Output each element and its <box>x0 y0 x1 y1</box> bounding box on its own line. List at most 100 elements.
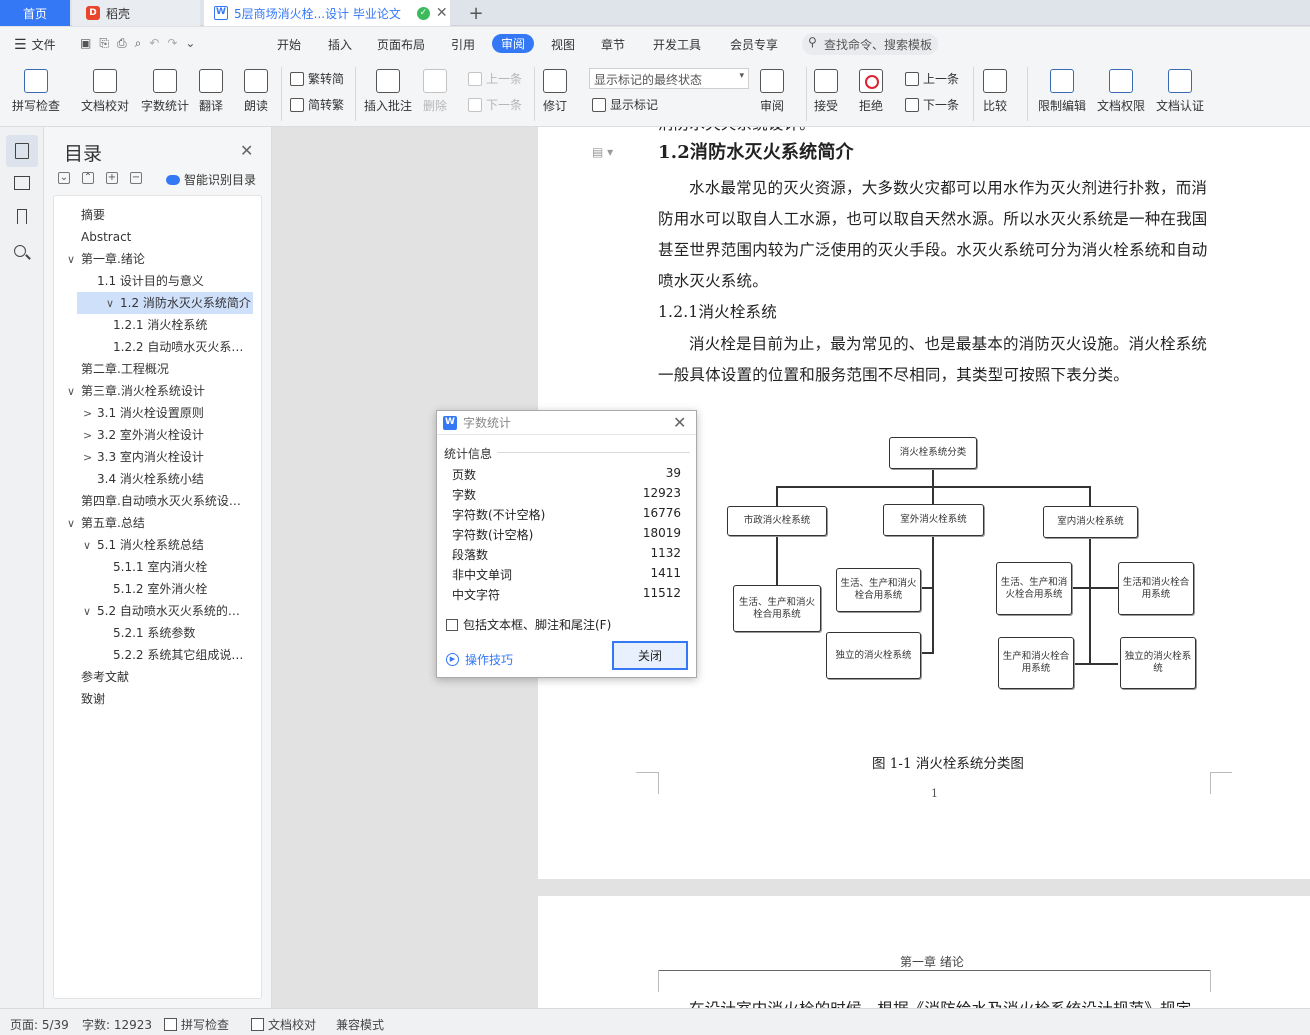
tab-document[interactable]: W 5层商场消火栓...设计 毕业论文 ✓ ✕ <box>204 0 450 26</box>
format-painter-icon[interactable]: ⎘ <box>99 36 109 51</box>
toc-item[interactable]: 1.2.1 消火栓系统 <box>54 314 253 336</box>
chevron-down-icon[interactable]: ⌄ <box>185 36 195 51</box>
prev-change-button[interactable]: 上一条 <box>905 70 959 87</box>
toc-item[interactable]: 摘要 <box>54 204 253 226</box>
status-spellcheck[interactable]: 拼写检查 <box>164 1016 229 1033</box>
reject-button[interactable]: 拒绝 <box>859 69 883 114</box>
new-tab-button[interactable]: + <box>462 0 490 26</box>
menu-insert[interactable]: 插入 <box>328 36 352 53</box>
include-textbox-checkbox[interactable]: 包括文本框、脚注和尾注(F) <box>446 616 611 633</box>
menu-home[interactable]: 开始 <box>277 36 301 53</box>
toc-item[interactable]: Abstract <box>54 226 253 248</box>
prev-comment-button[interactable]: 上一条 <box>468 70 522 87</box>
toc-item[interactable]: >3.1 消火栓设置原则 <box>54 402 253 424</box>
simp-to-trad-button[interactable]: 简转繁 <box>290 96 344 113</box>
toc-item[interactable]: ∨ 5.1 消火栓系统总结 <box>54 534 253 556</box>
print-icon[interactable]: ⎙ <box>117 36 127 51</box>
toc-item[interactable]: 第二章.工程概况 <box>54 358 253 380</box>
word-count-indicator[interactable]: 字数: 12923 <box>82 1016 152 1033</box>
command-search[interactable]: ⚲ 查找命令、搜索模板 <box>802 33 938 55</box>
toc-item[interactable]: 5.2.2 系统其它组成说… <box>54 644 253 666</box>
show-markup-button[interactable]: 显示标记 <box>592 96 658 113</box>
chevron-down-icon[interactable]: ∨ <box>83 601 97 622</box>
doc-proof-button[interactable]: 文档校对 <box>81 69 129 114</box>
remove-heading-icon[interactable]: − <box>130 172 142 184</box>
toc-item[interactable]: 参考文献 <box>54 666 253 688</box>
toc-item[interactable]: ∨ 第三章.消火栓系统设计 <box>54 380 253 402</box>
toc-item[interactable]: ∨ 第一章.绪论 <box>54 248 253 270</box>
chevron-down-icon[interactable]: ∨ <box>106 293 120 314</box>
close-button[interactable]: 关闭 <box>612 641 688 670</box>
paragraph-marker-icon[interactable]: ▤ ▾ <box>592 145 613 159</box>
page-indicator[interactable]: 页面: 5/39 <box>10 1016 69 1033</box>
tab-daoke[interactable]: D 稻壳 <box>72 0 200 26</box>
track-changes-button[interactable]: 修订 <box>543 69 567 114</box>
menu-references[interactable]: 引用 <box>451 36 475 53</box>
delete-comment-button[interactable]: 删除 <box>423 69 447 114</box>
collapse-all-icon[interactable]: ⌄ <box>58 172 70 184</box>
accept-button[interactable]: 接受 <box>814 69 838 114</box>
close-tab-icon[interactable]: ✕ <box>436 5 448 21</box>
search-icon[interactable] <box>12 243 32 263</box>
tab-home[interactable]: 首页 <box>0 0 70 26</box>
bookmark-icon[interactable] <box>12 207 32 227</box>
markup-mode-select[interactable]: 显示标记的最终状态 ▾ <box>589 68 749 89</box>
print-preview-icon[interactable]: ⌕ <box>135 36 142 51</box>
add-heading-icon[interactable]: + <box>106 172 118 184</box>
dialog-titlebar[interactable]: W 字数统计 <box>437 411 696 435</box>
translate-button[interactable]: 翻译 <box>199 69 223 114</box>
redo-icon[interactable]: ↷ <box>167 36 177 51</box>
menu-developer[interactable]: 开发工具 <box>653 36 701 53</box>
doc-certify-button[interactable]: 文档认证 <box>1156 69 1204 114</box>
toc-item[interactable]: >3.3 室内消火栓设计 <box>54 446 253 468</box>
close-icon[interactable]: ✕ <box>240 141 253 160</box>
menu-chapter[interactable]: 章节 <box>601 36 625 53</box>
chevron-right-icon[interactable]: > <box>83 403 97 424</box>
next-change-button[interactable]: 下一条 <box>905 96 959 113</box>
review-pane-button[interactable]: 审阅 <box>760 69 784 114</box>
toc-item-selected[interactable]: ∨ 1.2 消防水灭火系统简介 <box>77 292 253 314</box>
trad-to-simp-button[interactable]: 繁转简 <box>290 70 344 87</box>
chevron-down-icon[interactable]: ∨ <box>83 535 97 556</box>
toc-item[interactable]: ∨ 5.2 自动喷水灭火系统的… <box>54 600 253 622</box>
menu-member[interactable]: 会员专享 <box>730 36 778 53</box>
toc-panel-icon[interactable] <box>6 135 38 167</box>
chevron-right-icon[interactable]: > <box>83 425 97 446</box>
toc-item[interactable]: 5.2.1 系统参数 <box>54 622 253 644</box>
toc-item[interactable]: 3.4 消火栓系统小结 <box>54 468 253 490</box>
checkbox-box[interactable] <box>446 618 458 631</box>
chevron-down-icon[interactable]: ∨ <box>67 513 81 534</box>
word-count-button[interactable]: 字数统计 <box>141 69 189 114</box>
restrict-edit-button[interactable]: 限制编辑 <box>1038 69 1086 114</box>
document-canvas[interactable]: 消防水灭火系统设计。 ▤ ▾ 1.2消防水灭火系统简介 水水最常见的灭火资源，大… <box>272 127 1310 1008</box>
toc-item[interactable]: 5.1.1 室内消火栓 <box>54 556 253 578</box>
smart-toc-button[interactable]: 智能识别目录 <box>166 171 256 188</box>
chapter-nav-icon[interactable] <box>12 173 32 193</box>
toc-item[interactable]: 致谢 <box>54 688 253 710</box>
chevron-right-icon[interactable]: > <box>83 447 97 468</box>
read-aloud-button[interactable]: 朗读 <box>244 69 268 114</box>
document-page[interactable]: 第一章 绪论 在设计室内消火栓的时候，根据《消防给水及消火栓系统设计规范》规定 <box>538 896 1310 1008</box>
toc-item[interactable]: >3.2 室外消火栓设计 <box>54 424 253 446</box>
chevron-down-icon[interactable]: ∨ <box>67 249 81 270</box>
insert-comment-button[interactable]: 插入批注 <box>364 69 412 114</box>
file-menu[interactable]: ☰ 文件 <box>14 36 56 53</box>
save-icon[interactable]: ▣ <box>80 36 91 51</box>
toc-item[interactable]: ∨ 第五章.总结 <box>54 512 253 534</box>
toc-item[interactable]: 1.2.2 自动喷水灭火系… <box>54 336 253 358</box>
expand-icon[interactable]: ⌃ <box>82 172 94 184</box>
doc-permission-button[interactable]: 文档权限 <box>1097 69 1145 114</box>
toc-item[interactable]: 1.1 设计目的与意义 <box>54 270 253 292</box>
chevron-down-icon[interactable]: ∨ <box>67 381 81 402</box>
next-comment-button[interactable]: 下一条 <box>468 96 522 113</box>
tips-link[interactable]: ▶ 操作技巧 <box>446 651 513 668</box>
toc-item[interactable]: 5.1.2 室外消火栓 <box>54 578 253 600</box>
toc-item[interactable]: 第四章.自动喷水灭火系统设… <box>54 490 253 512</box>
menu-page-layout[interactable]: 页面布局 <box>377 36 425 53</box>
close-icon[interactable]: ✕ <box>673 413 686 432</box>
spellcheck-button[interactable]: 拼写检查 <box>12 69 60 114</box>
menu-review[interactable]: 审阅 <box>492 34 535 53</box>
compare-button[interactable]: 比较 <box>983 69 1007 114</box>
menu-view[interactable]: 视图 <box>551 36 575 53</box>
undo-icon[interactable]: ↶ <box>149 36 159 51</box>
